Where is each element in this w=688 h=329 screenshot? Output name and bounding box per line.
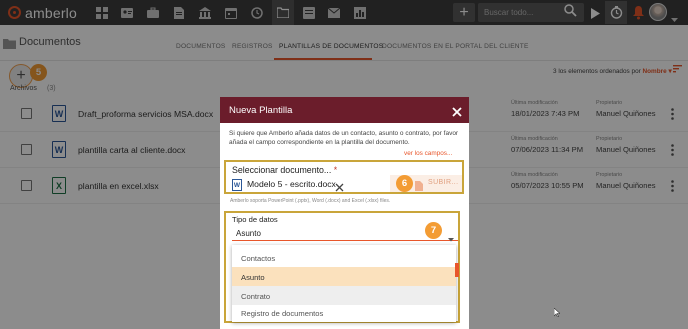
remove-file-icon[interactable] [335,179,344,197]
mouse-cursor-icon [553,304,561,322]
option-registro-documentos[interactable]: Registro de documentos [232,306,456,321]
supported-formats-hint: Amberlo soporta PowerPoint (.pptx), Word… [230,198,391,204]
option-contactos[interactable]: Contactos [232,248,456,267]
selected-file-name: Modelo 5 - escrito.docx [247,179,336,189]
modal-action-edge [455,263,459,277]
step-badge-7: 7 [425,222,442,239]
upload-file-icon [415,178,423,196]
step-badge-6: 6 [396,175,413,192]
select-document-label: Seleccionar documento... * [232,165,338,175]
dialog-header: Nueva Plantilla [220,97,469,123]
dialog-title: Nueva Plantilla [229,105,293,116]
option-contrato[interactable]: Contrato [232,286,456,305]
word-file-icon: W [232,179,242,191]
select-document-field[interactable]: Seleccionar documento... * W Modelo 5 - … [224,160,464,194]
upload-label: SUBIR... [428,179,459,186]
view-fields-link[interactable]: ver los campos... [404,150,452,157]
upload-button[interactable]: 6 SUBIR... [390,175,462,192]
data-type-label: Tipo de datos [232,215,278,224]
data-type-value: Asunto [236,229,261,238]
option-asunto[interactable]: Asunto [232,267,456,286]
close-icon[interactable] [452,104,462,122]
dialog-intro-text: Si quiere que Amberlo añada datos de un … [229,130,459,146]
